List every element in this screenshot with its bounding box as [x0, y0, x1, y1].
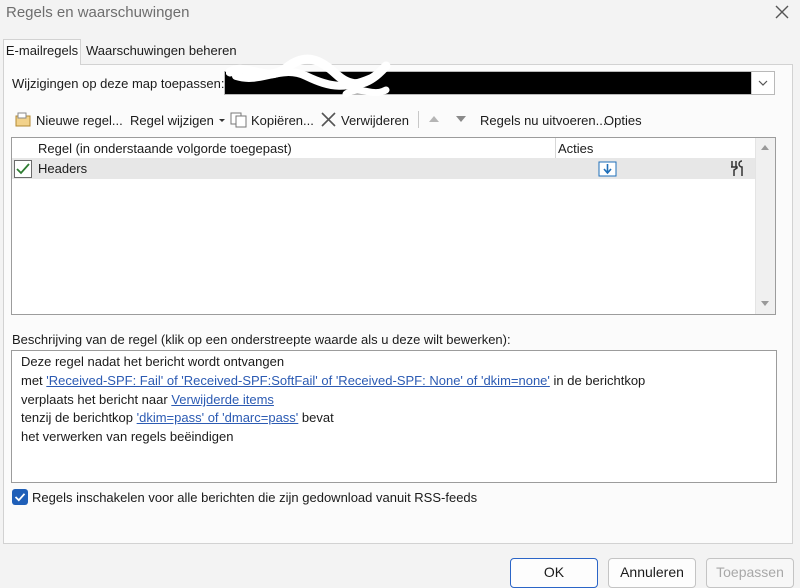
description-line: Deze regel nadat het bericht wordt ontva…	[21, 354, 285, 369]
rule-row[interactable]: Headers	[12, 158, 755, 179]
options-label: Opties	[604, 112, 642, 128]
delete-icon	[321, 112, 336, 127]
folder-label: Wijzigingen op deze map toepassen:	[12, 76, 225, 91]
description-line: het verwerken van regels beëindigen	[21, 429, 234, 444]
exception-condition-link[interactable]: 'dkim=pass' of 'dmarc=pass'	[137, 410, 299, 425]
caret-down-icon	[218, 119, 225, 122]
move-to-folder-icon	[598, 161, 617, 177]
description-line: verplaats het bericht naar Verwijderde i…	[21, 392, 274, 407]
description-line: met 'Received-SPF: Fail' of 'Received-SP…	[21, 373, 645, 388]
close-icon[interactable]	[772, 2, 792, 22]
column-divider	[555, 138, 556, 158]
move-down-icon[interactable]	[454, 113, 468, 125]
cancel-button[interactable]: Annuleren	[608, 558, 696, 588]
change-rule-label: Regel wijzigen	[130, 112, 214, 128]
rss-rules-label: Regels inschakelen voor alle berichten d…	[32, 490, 478, 505]
column-header-actions[interactable]: Acties	[558, 141, 593, 156]
new-rule-button[interactable]: Nieuwe regel...	[15, 110, 123, 130]
apply-button[interactable]: Toepassen	[706, 558, 794, 588]
window-title: Regels en waarschuwingen	[6, 4, 190, 21]
description-line: tenzij de berichtkop 'dkim=pass' of 'dma…	[21, 410, 334, 425]
run-rules-label: Regels nu uitvoeren...	[480, 112, 607, 128]
rule-enabled-checkbox[interactable]	[14, 160, 32, 178]
delete-button[interactable]: Verwijderen	[320, 110, 409, 130]
scroll-down-icon[interactable]	[760, 300, 770, 308]
redaction-scribble	[226, 54, 391, 98]
ok-button[interactable]: OK	[510, 558, 598, 588]
chevron-down-icon	[758, 80, 768, 86]
column-header-rule[interactable]: Regel (in onderstaande volgorde toegepas…	[38, 141, 292, 156]
new-rule-label: Nieuwe regel...	[36, 112, 123, 128]
rules-list: Regel (in onderstaande volgorde toegepas…	[11, 137, 776, 315]
target-folder-link[interactable]: Verwijderde items	[171, 392, 274, 407]
description-text: tenzij de berichtkop	[21, 410, 137, 425]
folder-dropdown-button[interactable]	[751, 72, 774, 94]
description-text: in de berichtkop	[549, 373, 646, 388]
scroll-up-icon[interactable]	[760, 143, 770, 151]
toolbar-separator	[418, 111, 419, 128]
options-button[interactable]: Opties	[604, 110, 642, 130]
rules-header: Regel (in onderstaande volgorde toegepas…	[12, 138, 755, 159]
delete-label: Verwijderen	[341, 112, 409, 128]
description-text: bevat	[298, 410, 334, 425]
change-rule-button[interactable]: Regel wijzigen	[130, 110, 230, 130]
run-rules-button[interactable]: Regels nu uitvoeren...	[480, 110, 606, 130]
copy-button[interactable]: Kopiëren...	[230, 110, 314, 130]
description-text: met	[21, 373, 47, 388]
copy-label: Kopiëren...	[251, 112, 314, 128]
rule-name: Headers	[38, 161, 88, 176]
description-text: verplaats het bericht naar	[21, 392, 172, 407]
move-up-icon[interactable]	[427, 113, 441, 125]
wrench-icon	[731, 160, 743, 176]
header-condition-link[interactable]: 'Received-SPF: Fail' of 'Received-SPF:So…	[46, 373, 550, 388]
new-rule-icon	[15, 112, 31, 127]
tab-manage-alerts[interactable]: Waarschuwingen beheren	[86, 43, 237, 59]
rss-rules-checkbox[interactable]	[12, 489, 28, 505]
rule-description-label: Beschrijving van de regel (klik op een o…	[12, 332, 511, 347]
tab-email-rules[interactable]: E-mailregels	[3, 39, 81, 65]
rules-scrollbar[interactable]	[755, 138, 775, 314]
checkmark-icon	[14, 493, 26, 502]
copy-icon	[230, 112, 247, 128]
